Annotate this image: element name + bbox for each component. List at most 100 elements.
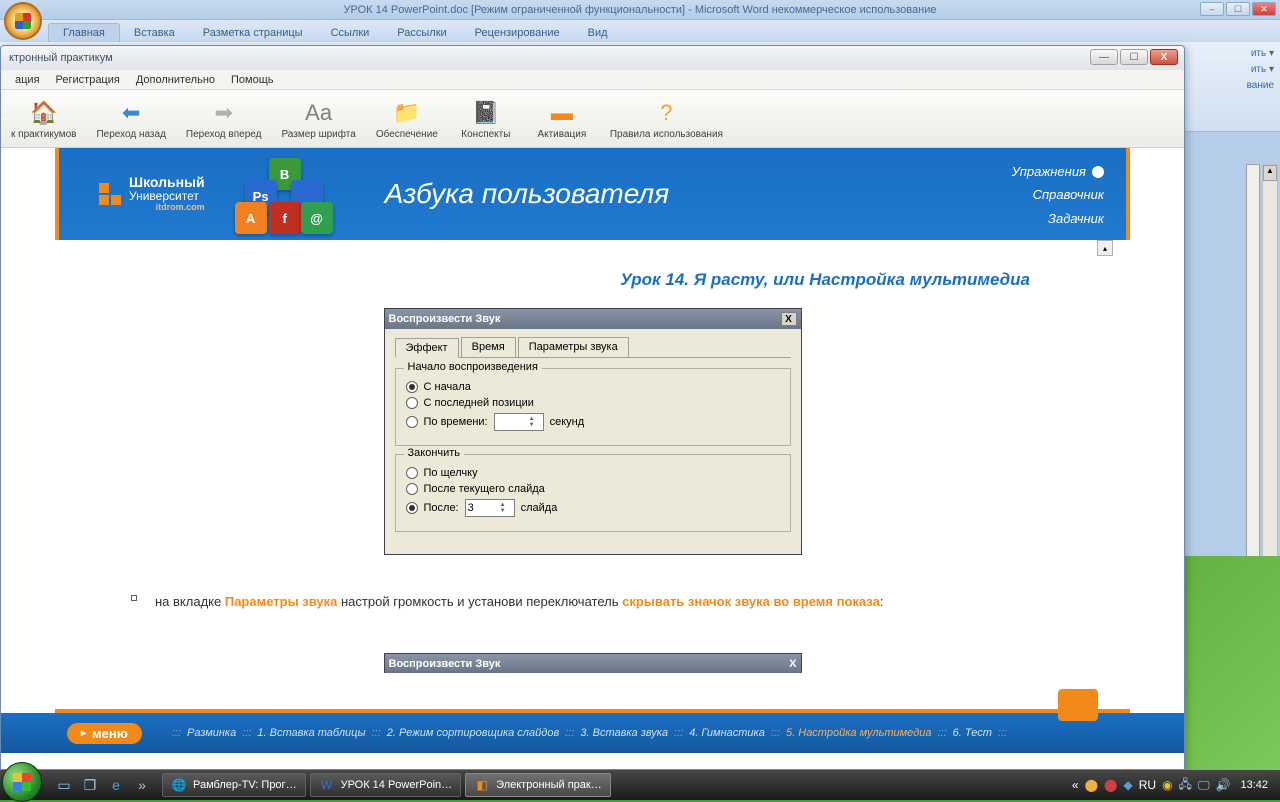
radio-after-n-slides[interactable]	[406, 502, 418, 514]
task-icon-1: W	[319, 777, 335, 793]
practicum-footer: меню :::Разминка:::1. Вставка таблицы:::…	[1, 709, 1184, 769]
word-tab-5[interactable]: Рецензирование	[461, 24, 574, 42]
dialog-tab-2[interactable]: Параметры звука	[518, 337, 629, 357]
word-titlebar: УРОК 14 PowerPoint.doc [Режим ограниченн…	[0, 0, 1280, 20]
tray-network-icon[interactable]: 🖧	[1179, 775, 1192, 796]
toolbar-item-5[interactable]: 📓Конспекты	[458, 98, 514, 140]
practicum-minimize-button[interactable]: —	[1090, 49, 1118, 65]
crumb-2[interactable]: 2. Режим сортировщика слайдов	[387, 727, 559, 739]
ie-icon[interactable]: e	[104, 774, 128, 796]
quick-launch-overflow-icon[interactable]: »	[130, 774, 154, 796]
radio-by-time-label: По времени:	[424, 416, 488, 428]
radio-after-current-slide[interactable]	[406, 483, 418, 495]
finish-group: Закончить По щелчку После текущего слайд…	[395, 454, 791, 532]
windows-taskbar: ▭ ❐ e » 🌐Рамблер-ТV: Прог…WУРОК 14 Power…	[0, 770, 1280, 800]
radio-last-position[interactable]	[406, 397, 418, 409]
toolbar-icon-3: Aa	[303, 98, 335, 128]
toolbar-item-6[interactable]: ▬Активация	[534, 98, 590, 140]
tray-icon-1[interactable]: ⬤	[1085, 778, 1098, 792]
word-ribbon-tabs: ГлавнаяВставкаРазметка страницыСсылкиРас…	[0, 20, 1280, 42]
task-button-0[interactable]: 🌐Рамблер-ТV: Прог…	[162, 773, 306, 797]
slides-count-unit: слайда	[521, 502, 558, 514]
show-desktop-icon[interactable]: ▭	[52, 774, 76, 796]
tray-overflow-icon[interactable]: «	[1072, 778, 1079, 792]
ribbon-right-item[interactable]: ить ▾	[1247, 62, 1274, 78]
word-minimize-button[interactable]: –	[1200, 2, 1224, 16]
dialog-tab-1[interactable]: Время	[461, 337, 516, 357]
word-tab-1[interactable]: Вставка	[120, 24, 189, 42]
word-tab-3[interactable]: Ссылки	[317, 24, 384, 42]
content-scrollbar[interactable]: ▴	[1096, 240, 1114, 707]
header-link-1[interactable]: Справочник	[1012, 183, 1104, 206]
ribbon-right-item[interactable]: ить ▾	[1247, 46, 1274, 62]
radio-on-click[interactable]	[406, 467, 418, 479]
content-scroll-up-button[interactable]: ▴	[1097, 240, 1113, 256]
practicum-titlebar: ктронный практикум — ☐ X	[1, 46, 1184, 70]
crumb-5[interactable]: 5. Настройка мультимедиа	[786, 727, 931, 739]
word-close-button[interactable]: ✕	[1252, 2, 1276, 16]
crumb-1[interactable]: 1. Вставка таблицы	[257, 727, 365, 739]
prac-menu-0[interactable]: ация	[9, 72, 46, 88]
radio-by-time[interactable]	[406, 416, 418, 428]
practicum-title-text: ктронный практикум	[9, 52, 113, 64]
word-tab-0[interactable]: Главная	[48, 23, 120, 42]
word-tab-6[interactable]: Вид	[574, 24, 622, 42]
radio-from-beginning[interactable]	[406, 381, 418, 393]
toolbar-item-7[interactable]: ?Правила использования	[610, 98, 723, 140]
toolbar-item-0[interactable]: 🏠к практикумов	[11, 98, 76, 140]
toolbar-icon-1: ⬅	[115, 98, 147, 128]
taskbar-clock[interactable]: 13:42	[1236, 779, 1272, 791]
system-tray: « ⬤ ⬤ ◆ RU ◉ 🖧 🖵 🔊 13:42	[1064, 775, 1280, 796]
toolbar-item-4[interactable]: 📁Обеспечение	[376, 98, 438, 140]
time-seconds-input[interactable]: ▲▼	[494, 413, 544, 431]
time-seconds-unit: секунд	[550, 416, 585, 428]
slides-count-input[interactable]: 3▲▼	[465, 499, 515, 517]
toolbar-icon-5: 📓	[470, 98, 502, 128]
toolbar-icon-2: ➡	[208, 98, 240, 128]
dialog-close-button[interactable]: X	[781, 312, 797, 326]
prac-menu-1[interactable]: Регистрация	[50, 72, 126, 88]
start-playback-group: Начало воспроизведения С начала С послед…	[395, 368, 791, 446]
start-playback-legend: Начало воспроизведения	[404, 361, 542, 373]
header-link-0[interactable]: Упражнения	[1012, 160, 1104, 183]
crumb-6[interactable]: 6. Тест	[953, 727, 992, 739]
toolbar-item-2[interactable]: ➡Переход вперед	[186, 98, 262, 140]
footer-bar: меню :::Разминка:::1. Вставка таблицы:::…	[1, 713, 1184, 753]
toolbar-item-3[interactable]: AaРазмер шрифта	[281, 98, 355, 140]
tray-icon-2[interactable]: ⬤	[1104, 778, 1117, 792]
word-maximize-button[interactable]: ☐	[1226, 2, 1250, 16]
tray-display-icon[interactable]: 🖵	[1198, 778, 1210, 793]
office-button[interactable]	[4, 2, 42, 40]
highlight-params-tab: Параметры звука	[225, 594, 338, 609]
crumb-4[interactable]: 4. Гимнастика	[689, 727, 765, 739]
dialog-tab-0[interactable]: Эффект	[395, 338, 459, 358]
prac-menu-2[interactable]: Дополнительно	[130, 72, 221, 88]
task-icon-2: ◧	[474, 777, 490, 793]
tray-update-icon[interactable]: ◉	[1162, 778, 1172, 792]
ribbon-right-item[interactable]: вание	[1247, 78, 1274, 94]
crumb-0[interactable]: Разминка	[187, 727, 236, 739]
practicum-menubar: ацияРегистрацияДополнительноПомощь	[1, 70, 1184, 90]
lesson-breadcrumbs: :::Разминка:::1. Вставка таблицы:::2. Ре…	[172, 727, 1007, 739]
task-button-2[interactable]: ◧Электронный прак…	[465, 773, 611, 797]
word-tab-4[interactable]: Рассылки	[383, 24, 460, 42]
second-dialog-close-button[interactable]: X	[789, 658, 796, 670]
crumb-3[interactable]: 3. Вставка звука	[580, 727, 668, 739]
scroll-up-button[interactable]: ▲	[1263, 165, 1277, 181]
tray-volume-icon[interactable]: 🔊	[1216, 778, 1231, 792]
start-button[interactable]	[2, 762, 42, 802]
language-indicator[interactable]: RU	[1139, 778, 1156, 792]
vertical-ruler	[1246, 164, 1260, 564]
toolbar-item-1[interactable]: ⬅Переход назад	[96, 98, 165, 140]
prac-menu-3[interactable]: Помощь	[225, 72, 280, 88]
dialog-titlebar: Воспроизвести Звук X	[385, 309, 801, 329]
practicum-maximize-button[interactable]: ☐	[1120, 49, 1148, 65]
tray-icon-3[interactable]: ◆	[1123, 778, 1132, 792]
header-link-2[interactable]: Задачник	[1012, 207, 1104, 230]
practicum-close-button[interactable]: X	[1150, 49, 1178, 65]
task-button-1[interactable]: WУРОК 14 PowerPoin…	[310, 773, 462, 797]
word-tab-2[interactable]: Разметка страницы	[189, 24, 317, 42]
footer-menu-button[interactable]: меню	[67, 723, 142, 744]
switch-windows-icon[interactable]: ❐	[78, 774, 102, 796]
practicum-toolbar: 🏠к практикумов ⬅Переход назад ➡Переход впе…	[1, 90, 1184, 148]
